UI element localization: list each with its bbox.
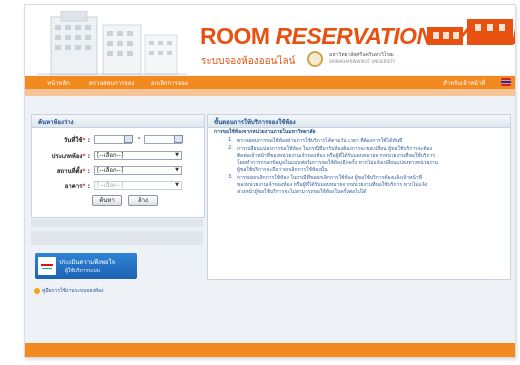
building-label: อาคาร* :: [64, 183, 90, 190]
site-subtitle: ระบบจองห้องออนไลน์: [201, 56, 296, 67]
nav-home[interactable]: หน้าหลัก: [47, 78, 70, 88]
banner-line1: ประเมินความพึงพอใจ: [59, 259, 115, 266]
info-item-1-number: 1.: [228, 137, 233, 143]
header-decor-block: [427, 27, 463, 45]
banner-line2: ผู้ใช้บริการระบบ: [65, 268, 100, 274]
university-name-en: SRINAKHARINWIROT UNIVERSITY: [329, 59, 396, 64]
user-manual-link[interactable]: คู่มือการใช้งานระบบจองห้อง: [42, 287, 104, 295]
nav-staff-login[interactable]: สำหรับเจ้าหน้าที่: [443, 78, 485, 88]
info-item-2-line: ผู้ขอใช้บริการจะถือว่ายกเลิกการใช้ห้องนั…: [237, 167, 328, 173]
footer-bar: [25, 343, 515, 357]
main-nav: หน้าหลัก ตรวจสอบการจอง ยกเลิกการจอง สำหร…: [25, 76, 515, 89]
info-item-1-line: ตรวจสอบการขอใช้ห้องผ่านการใช้บริการได้ตา…: [237, 138, 403, 144]
nav-underline: [25, 89, 515, 96]
search-button[interactable]: ค้นหา: [92, 195, 122, 206]
language-flag-icon[interactable]: [501, 78, 511, 86]
nav-cancel-booking[interactable]: ยกเลิกการจอง: [151, 78, 188, 88]
manual-bullet-icon: [34, 288, 40, 294]
info-panel: ขั้นตอนการให้บริการจองใช้ห้อง การขอใช้ห้…: [207, 114, 511, 280]
date-separator: -: [138, 135, 141, 142]
start-date-calendar-icon[interactable]: [124, 135, 133, 143]
search-panel-title: ค้นหาห้องว่าง: [38, 119, 74, 126]
site-header: ROOM RESERVATION SYSTEM ระบบจองห้องออนไล…: [25, 5, 515, 75]
survey-checklist-icon: [38, 257, 56, 275]
info-panel-title: ขั้นตอนการให้บริการจองใช้ห้อง: [214, 119, 296, 126]
info-item-2-number: 2.: [228, 145, 233, 151]
room-type-select[interactable]: [--เลือก--] ▼: [94, 151, 182, 160]
location-select[interactable]: [--เลือก--] ▼: [94, 166, 182, 175]
info-item-3-number: 3.: [228, 174, 233, 180]
room-type-label: ประเภทห้อง* :: [51, 153, 90, 160]
satisfaction-survey-banner[interactable]: ประเมินความพึงพอใจ ผู้ใช้บริการระบบ: [35, 253, 137, 279]
date-label: วันที่ใช้* :: [63, 137, 90, 144]
title-room: ROOM: [200, 23, 276, 49]
university-name: มหาวิทยาลัยศรีนครินทรวิโรฒ: [329, 52, 394, 58]
nav-check-booking[interactable]: ตรวจสอบการจอง: [89, 78, 134, 88]
clear-button[interactable]: ล้าง: [128, 195, 158, 206]
info-heading: การขอใช้ห้องจากหน่วยงานภายในมหาวิทยาลัย: [214, 129, 316, 135]
search-panel-header: ค้นหาห้องว่าง: [32, 115, 204, 128]
building-select[interactable]: [--เลือก--] ▼: [94, 181, 182, 190]
info-item-3-line: ล่วงหน้าผู้ขอใช้บริการจะไม่สามารถขอใช้ห้…: [237, 189, 367, 195]
info-panel-header: ขั้นตอนการให้บริการจองใช้ห้อง: [208, 115, 510, 128]
left-section-bar: [31, 231, 203, 245]
building-illustration: [37, 11, 187, 75]
end-date-calendar-icon[interactable]: [174, 135, 183, 143]
search-panel: ค้นหาห้องว่าง วันที่ใช้* : - ประเภทห้อง*…: [31, 114, 205, 218]
browser-page: ROOM RESERVATION SYSTEM ระบบจองห้องออนไล…: [24, 4, 516, 358]
left-spacer: [31, 219, 203, 227]
location-label: สถานที่ตั้ง* :: [56, 168, 90, 175]
university-logo-icon: [307, 51, 323, 67]
header-decor-block-large: [467, 19, 513, 45]
